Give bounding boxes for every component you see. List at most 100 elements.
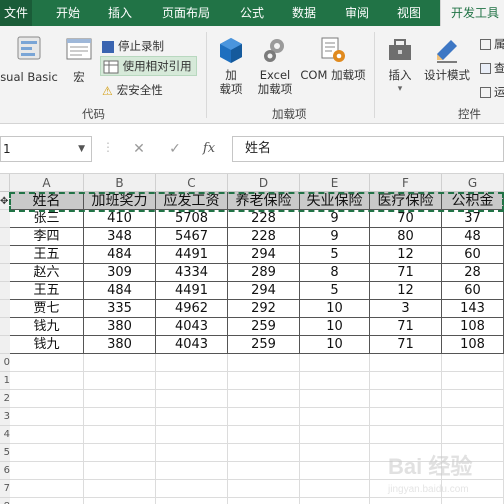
view-code-button[interactable]: 查 bbox=[480, 58, 504, 78]
table-cell[interactable]: 张三 bbox=[10, 210, 84, 228]
header-cell[interactable]: 应发工资 bbox=[156, 192, 228, 210]
column-header-a[interactable]: A bbox=[10, 174, 84, 192]
empty-cell[interactable] bbox=[156, 498, 228, 504]
empty-cell[interactable] bbox=[10, 372, 84, 390]
row-header[interactable] bbox=[0, 264, 10, 282]
row-header[interactable]: 1 bbox=[0, 372, 10, 390]
table-cell[interactable]: 赵六 bbox=[10, 264, 84, 282]
header-cell[interactable]: 加班奖力 bbox=[84, 192, 156, 210]
row-header[interactable]: 5 bbox=[0, 444, 10, 462]
empty-cell[interactable] bbox=[300, 372, 370, 390]
macros-button[interactable]: 宏 bbox=[62, 34, 96, 84]
tab-view[interactable]: 视图 bbox=[397, 0, 421, 26]
table-cell[interactable]: 4491 bbox=[156, 246, 228, 264]
empty-cell[interactable] bbox=[156, 390, 228, 408]
visual-basic-button[interactable]: sual Basic bbox=[0, 34, 58, 84]
table-cell[interactable]: 228 bbox=[228, 210, 300, 228]
table-cell[interactable]: 5 bbox=[300, 282, 370, 300]
header-cell[interactable]: 失业保险 bbox=[300, 192, 370, 210]
tab-review[interactable]: 审阅 bbox=[345, 0, 369, 26]
empty-cell[interactable] bbox=[442, 390, 504, 408]
table-cell[interactable]: 8 bbox=[300, 264, 370, 282]
empty-cell[interactable] bbox=[370, 390, 442, 408]
empty-cell[interactable] bbox=[84, 354, 156, 372]
empty-cell[interactable] bbox=[84, 372, 156, 390]
empty-cell[interactable] bbox=[10, 444, 84, 462]
column-header-g[interactable]: G bbox=[442, 174, 504, 192]
table-cell[interactable]: 10 bbox=[300, 336, 370, 354]
row-header[interactable]: 4 bbox=[0, 426, 10, 444]
com-addins-button[interactable]: COM 加载项 bbox=[296, 36, 370, 82]
empty-cell[interactable] bbox=[442, 408, 504, 426]
header-cell[interactable]: 姓名 bbox=[10, 192, 84, 210]
table-cell[interactable]: 贾七 bbox=[10, 300, 84, 318]
empty-cell[interactable] bbox=[156, 480, 228, 498]
table-cell[interactable]: 4491 bbox=[156, 282, 228, 300]
column-header-f[interactable]: F bbox=[370, 174, 442, 192]
empty-cell[interactable] bbox=[300, 354, 370, 372]
select-all-corner[interactable] bbox=[0, 174, 10, 192]
empty-cell[interactable] bbox=[228, 390, 300, 408]
table-cell[interactable]: 108 bbox=[442, 318, 504, 336]
empty-cell[interactable] bbox=[370, 426, 442, 444]
empty-cell[interactable] bbox=[84, 480, 156, 498]
row-header[interactable] bbox=[0, 246, 10, 264]
empty-cell[interactable] bbox=[10, 408, 84, 426]
table-cell[interactable]: 259 bbox=[228, 336, 300, 354]
row-header[interactable] bbox=[0, 210, 10, 228]
table-cell[interactable]: 380 bbox=[84, 336, 156, 354]
table-cell[interactable]: 335 bbox=[84, 300, 156, 318]
table-cell[interactable]: 5467 bbox=[156, 228, 228, 246]
header-cell[interactable]: 公积金 bbox=[442, 192, 504, 210]
tab-insert[interactable]: 插入 bbox=[108, 0, 132, 26]
empty-cell[interactable] bbox=[84, 390, 156, 408]
row-header[interactable]: 7 bbox=[0, 480, 10, 498]
header-cell[interactable]: 医疗保险 bbox=[370, 192, 442, 210]
empty-cell[interactable] bbox=[300, 462, 370, 480]
table-cell[interactable]: 12 bbox=[370, 282, 442, 300]
empty-cell[interactable] bbox=[10, 498, 84, 504]
row-header[interactable]: 6 bbox=[0, 462, 10, 480]
table-cell[interactable]: 410 bbox=[84, 210, 156, 228]
table-cell[interactable]: 4962 bbox=[156, 300, 228, 318]
design-mode-button[interactable]: 设计模式 bbox=[420, 36, 474, 82]
table-cell[interactable]: 5708 bbox=[156, 210, 228, 228]
addins-button[interactable]: 加 载项 bbox=[212, 36, 250, 96]
empty-cell[interactable] bbox=[84, 498, 156, 504]
empty-cell[interactable] bbox=[156, 372, 228, 390]
column-header-c[interactable]: C bbox=[156, 174, 228, 192]
table-cell[interactable]: 王五 bbox=[10, 246, 84, 264]
chevron-down-icon[interactable]: ▼ bbox=[78, 137, 85, 161]
name-box[interactable]: 1 ▼ bbox=[0, 136, 92, 162]
drag-handle-icon[interactable]: ⋮ bbox=[102, 140, 114, 154]
table-cell[interactable]: 4043 bbox=[156, 318, 228, 336]
empty-cell[interactable] bbox=[10, 480, 84, 498]
empty-cell[interactable] bbox=[156, 354, 228, 372]
row-header[interactable]: 2 bbox=[0, 390, 10, 408]
empty-cell[interactable] bbox=[10, 354, 84, 372]
table-cell[interactable]: 484 bbox=[84, 246, 156, 264]
run-dialog-button[interactable]: 运 bbox=[480, 82, 504, 102]
empty-cell[interactable] bbox=[156, 444, 228, 462]
empty-cell[interactable] bbox=[300, 390, 370, 408]
empty-cell[interactable] bbox=[156, 408, 228, 426]
cancel-formula-button[interactable]: ✕ bbox=[128, 136, 150, 162]
table-cell[interactable]: 294 bbox=[228, 282, 300, 300]
table-cell[interactable]: 4334 bbox=[156, 264, 228, 282]
empty-cell[interactable] bbox=[442, 426, 504, 444]
table-cell[interactable]: 钱九 bbox=[10, 318, 84, 336]
tab-home[interactable]: 开始 bbox=[56, 0, 80, 26]
table-cell[interactable]: 108 bbox=[442, 336, 504, 354]
table-cell[interactable]: 37 bbox=[442, 210, 504, 228]
insert-control-button[interactable]: 插入 ▾ bbox=[380, 36, 420, 96]
tab-page-layout[interactable]: 页面布局 bbox=[162, 0, 210, 26]
row-header[interactable] bbox=[0, 336, 10, 354]
tab-formulas[interactable]: 公式 bbox=[240, 0, 264, 26]
empty-cell[interactable] bbox=[370, 354, 442, 372]
empty-cell[interactable] bbox=[228, 498, 300, 504]
column-header-e[interactable]: E bbox=[300, 174, 370, 192]
table-cell[interactable]: 289 bbox=[228, 264, 300, 282]
empty-cell[interactable] bbox=[84, 462, 156, 480]
empty-cell[interactable] bbox=[442, 354, 504, 372]
formula-input[interactable]: 姓名 bbox=[232, 136, 504, 162]
